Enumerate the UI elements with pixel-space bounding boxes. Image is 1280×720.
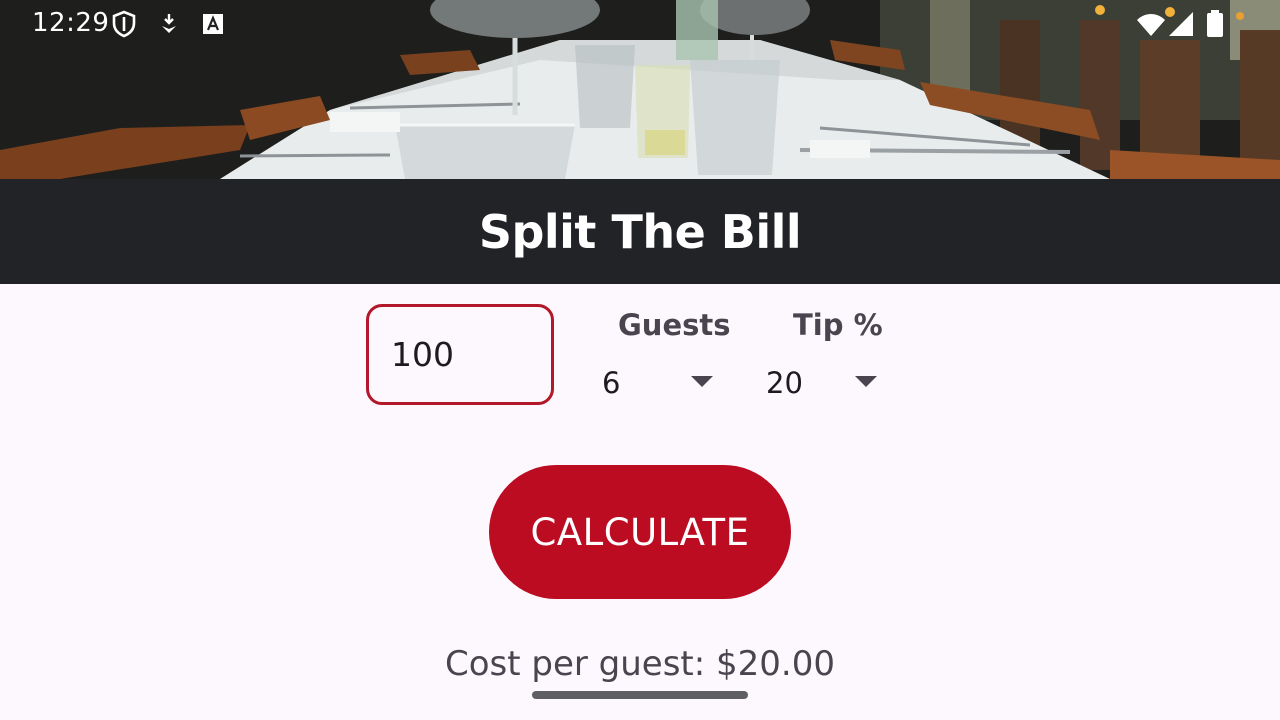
shield-icon [112, 10, 136, 38]
bill-amount-input[interactable]: 100 [366, 304, 554, 405]
home-indicator[interactable] [532, 691, 748, 699]
status-bar: 12:29 [0, 0, 1280, 48]
calculate-button[interactable]: CALCULATE [489, 465, 791, 599]
cost-per-guest-text: Cost per guest: $20.00 [444, 644, 835, 684]
tip-label: Tip % [793, 308, 883, 342]
guests-selected-value: 6 [602, 366, 621, 400]
download-icon [160, 10, 178, 38]
status-time: 12:29 [32, 8, 110, 38]
signal-icon [1168, 10, 1194, 38]
tip-chevron-down-icon[interactable] [855, 376, 877, 387]
text-a-icon [202, 10, 224, 38]
wifi-icon [1136, 10, 1166, 38]
bill-amount-value: 100 [391, 335, 454, 374]
title-bar: Split The Bill [0, 179, 1280, 284]
tip-selected-value: 20 [766, 366, 803, 400]
guests-chevron-down-icon[interactable] [691, 376, 713, 387]
battery-icon [1206, 10, 1224, 38]
guests-label: Guests [618, 308, 731, 342]
page-title: Split The Bill [478, 204, 802, 259]
